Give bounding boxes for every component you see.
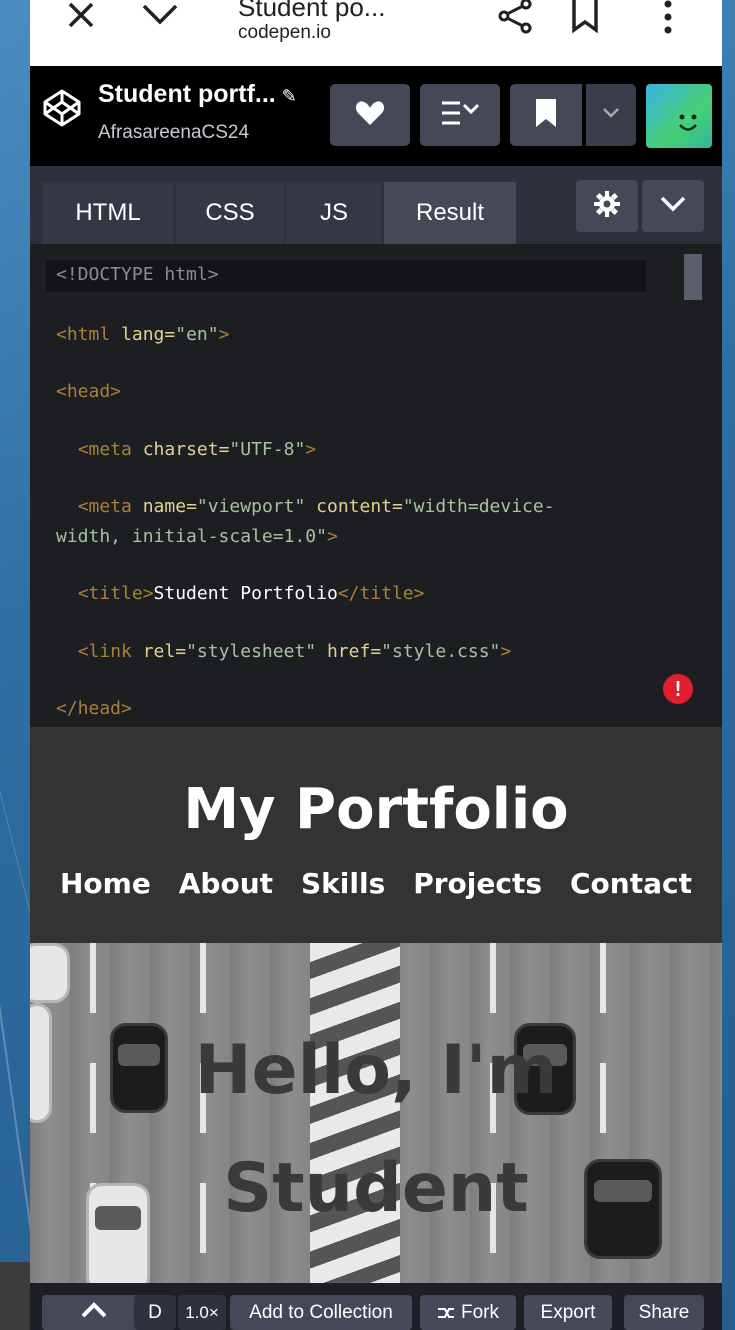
bookmark-icon: [535, 98, 557, 132]
tab-js[interactable]: JS: [286, 182, 382, 244]
code-token: <html: [56, 324, 111, 345]
code-token: lang: [121, 324, 165, 345]
lane-marking: [200, 943, 206, 1283]
gear-icon: [594, 190, 620, 222]
nav-link-contact[interactable]: Contact: [570, 867, 692, 900]
share-button[interactable]: Share: [624, 1295, 704, 1330]
editor-tab-bar: HTML CSS JS Result: [30, 166, 722, 244]
bottom-toolbar: D 1.0× Add to Collection Fork Export Sha…: [30, 1283, 722, 1330]
preview-header: My Portfolio Home About Skills Projects …: [30, 727, 722, 943]
code-token: width, initial-scale=1.0": [56, 526, 327, 547]
pen-title[interactable]: Student portf... ✎: [98, 80, 297, 109]
code-token: "UTF-8": [229, 439, 306, 460]
hero-section: Hello, I'm Student: [30, 943, 722, 1283]
zoom-level[interactable]: 1.0×: [178, 1295, 226, 1330]
preview-nav: Home About Skills Projects Contact: [30, 867, 722, 900]
editor-settings-button[interactable]: [576, 180, 638, 232]
export-button[interactable]: Export: [524, 1295, 612, 1330]
code-token: Student Portfolio: [153, 583, 338, 604]
editor-collapse-button[interactable]: [642, 180, 704, 232]
code-token: >: [218, 324, 230, 345]
code-token: </title>: [337, 583, 425, 604]
code-line: <link rel="stylesheet" href="style.css">: [77, 641, 512, 662]
hero-name: Student: [223, 1149, 529, 1228]
pen-author[interactable]: AfrasareenaCS24: [98, 122, 249, 144]
car-image: [30, 943, 70, 1003]
tab-result[interactable]: Result: [384, 182, 516, 244]
avatar[interactable]: [646, 84, 712, 148]
code-token: <link: [77, 641, 132, 662]
crosswalk-stripes: [310, 943, 400, 1283]
code-line: <title>Student Portfolio</title>: [56, 583, 425, 604]
chevron-down-icon[interactable]: [140, 0, 180, 34]
code-token: rel: [142, 641, 176, 662]
error-badge[interactable]: !: [663, 674, 693, 704]
url-domain[interactable]: codepen.io: [238, 22, 331, 44]
fork-label: Fork: [461, 1301, 499, 1323]
code-token: "stylesheet": [186, 641, 317, 662]
bookmark-dropdown-button[interactable]: [586, 84, 636, 146]
heart-icon: [355, 100, 385, 131]
avatar-face-icon: [676, 112, 700, 140]
code-token: >: [326, 526, 338, 547]
code-token: "en": [175, 324, 219, 345]
bookmark-icon[interactable]: [570, 0, 600, 38]
collections-button[interactable]: [420, 84, 500, 146]
code-token: content: [316, 496, 392, 517]
close-icon[interactable]: [64, 0, 98, 34]
fork-button[interactable]: Fork: [420, 1295, 516, 1330]
code-token: "style.css": [381, 641, 501, 662]
fork-icon: [437, 1306, 455, 1320]
code-token: href: [326, 641, 371, 662]
code-line: <!DOCTYPE html>: [56, 264, 219, 285]
more-options-icon[interactable]: [662, 0, 674, 38]
hero-greeting: Hello, I'm: [194, 1031, 558, 1110]
code-token: "width=device-: [402, 496, 555, 517]
codepen-header: Student portf... ✎ AfrasareenaCS24: [30, 66, 722, 166]
code-editor[interactable]: <!DOCTYPE html> <html lang="en"> <head> …: [30, 244, 722, 727]
code-token: >: [500, 641, 512, 662]
nav-link-skills[interactable]: Skills: [301, 867, 385, 900]
tab-html[interactable]: HTML: [42, 182, 174, 244]
code-line: <meta name="viewport" content="width=dev…: [77, 496, 555, 517]
code-token: "viewport": [196, 496, 306, 517]
chevron-up-icon: [80, 1301, 108, 1325]
code-token: <meta: [77, 439, 132, 460]
code-token: <head>: [56, 381, 122, 402]
code-token: <title>: [77, 583, 154, 604]
browser-window: Student po... codepen.io Student portf..…: [30, 0, 722, 1330]
code-line: <meta charset="UTF-8">: [77, 439, 317, 460]
bookmark-button[interactable]: [510, 84, 582, 146]
code-line: <head>: [56, 381, 121, 402]
nav-link-about[interactable]: About: [179, 867, 273, 900]
preview-title: My Portfolio: [183, 777, 569, 842]
code-token: charset: [142, 439, 219, 460]
love-button[interactable]: [330, 84, 410, 146]
code-doctype: <!DOCTYPE html>: [56, 264, 219, 285]
chevron-down-icon: [602, 106, 620, 124]
tab-css[interactable]: CSS: [176, 182, 284, 244]
partial-button[interactable]: D: [134, 1295, 176, 1330]
code-line: <html lang="en">: [56, 324, 230, 345]
lane-marking: [490, 943, 496, 1283]
edit-pencil-icon[interactable]: ✎: [282, 86, 297, 106]
editor-scrollbar[interactable]: [684, 254, 702, 300]
nav-link-home[interactable]: Home: [60, 867, 151, 900]
code-line: </head>: [56, 698, 132, 719]
add-to-collection-button[interactable]: Add to Collection: [230, 1295, 412, 1330]
code-token: >: [305, 439, 317, 460]
browser-top-bar: Student po... codepen.io: [30, 0, 722, 66]
code-token: </head>: [56, 698, 132, 719]
share-icon[interactable]: [496, 0, 536, 38]
list-chevron-icon: [440, 99, 480, 132]
page-title: Student po...: [238, 0, 386, 22]
chevron-down-icon: [660, 196, 686, 217]
code-token: name: [142, 496, 187, 517]
pen-title-text: Student portf...: [98, 80, 276, 108]
code-token: <meta: [77, 496, 132, 517]
nav-link-projects[interactable]: Projects: [413, 867, 542, 900]
codepen-logo-icon[interactable]: [42, 88, 82, 128]
code-line: width, initial-scale=1.0">: [56, 526, 338, 547]
expand-console-button[interactable]: [42, 1295, 146, 1330]
